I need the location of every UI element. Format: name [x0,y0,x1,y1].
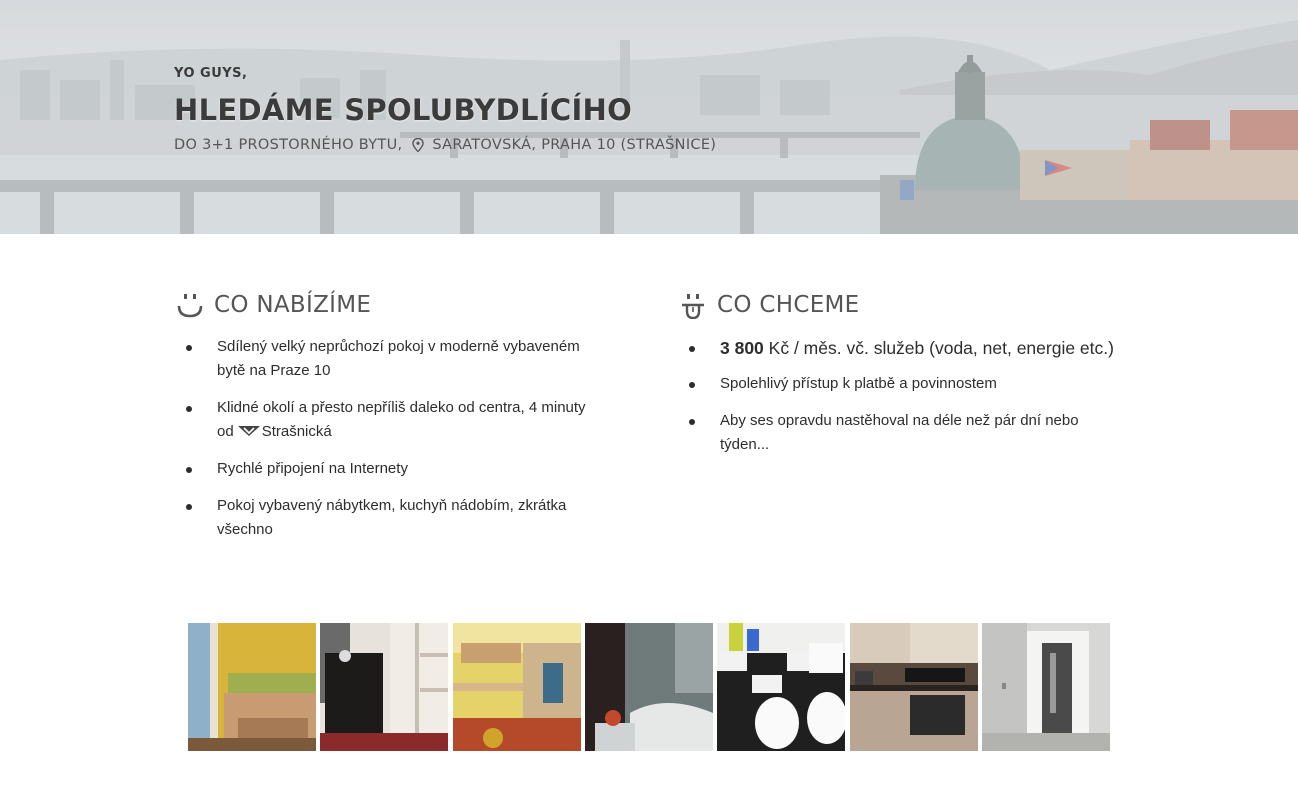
hero-banner: YO GUYS, HLEDÁME SPOLUBYDLÍCÍHO DO 3+1 P… [0,0,1298,234]
list-item: 3 800 Kč / měs. vč. služeb (voda, net, e… [679,335,1119,361]
offer-heading: CO NABÍZÍME [214,292,372,318]
hero-subtitle-address: SARATOVSKÁ, PRAHA 10 (STRAŠNICE) [432,137,717,153]
offer-section: CO NABÍZÍME Sdílený velký neprůchozí pok… [176,290,596,555]
hero-text: YO GUYS, HLEDÁME SPOLUBYDLÍCÍHO DO 3+1 P… [174,66,716,153]
list-item: Aby ses opravdu nastěhoval na déle než p… [679,409,1119,457]
bedroom-bed-photo[interactable] [188,623,316,751]
hallway-door-photo[interactable] [982,623,1110,751]
list-item: Rychlé připojení na Internety [176,457,596,481]
hero-kicker: YO GUYS, [174,66,248,81]
shower-photo[interactable] [585,623,713,751]
want-heading-row: CO CHCEME [679,290,1119,320]
kitchen-photo[interactable] [850,623,978,751]
tongue-face-icon [682,294,704,319]
list-item: Klidné okolí a přesto nepříliš daleko od… [176,396,596,444]
smiley-face-icon [177,294,203,318]
list-item: Pokoj vybavený nábytkem, kuchyň nádobím,… [176,494,596,542]
hero-subtitle-apartment: DO 3+1 PROSTORNÉHO BYTU, [174,137,403,153]
offer-heading-row: CO NABÍZÍME [176,290,596,320]
metro-logo-icon [237,426,260,436]
price-description: Kč / měs. vč. služeb (voda, net, energie… [768,338,1114,358]
wardrobe-photo[interactable] [320,623,448,751]
offer-list: Sdílený velký neprůchozí pokoj v moderně… [176,335,596,542]
page-title: HLEDÁME SPOLUBYDLÍCÍHO [174,93,633,127]
want-list: 3 800 Kč / měs. vč. služeb (voda, net, e… [679,335,1119,457]
want-section: CO CHCEME 3 800 Kč / měs. vč. služeb (vo… [679,290,1119,470]
list-item: Spolehlivý přístup k platbě a povinnoste… [679,372,1119,396]
price-value: 3 800 [720,338,764,358]
list-item: Sdílený velký neprůchozí pokoj v moderně… [176,335,596,383]
photo-gallery [188,623,1110,751]
bathroom-toilet-photo[interactable] [717,623,845,751]
desk-room-photo[interactable] [453,623,581,751]
map-pin-icon [412,138,425,152]
metro-station-name: Strašnická [261,423,332,440]
hero-subtitle: DO 3+1 PROSTORNÉHO BYTU, SARATOVSKÁ, PRA… [174,137,716,153]
want-heading: CO CHCEME [717,292,860,318]
